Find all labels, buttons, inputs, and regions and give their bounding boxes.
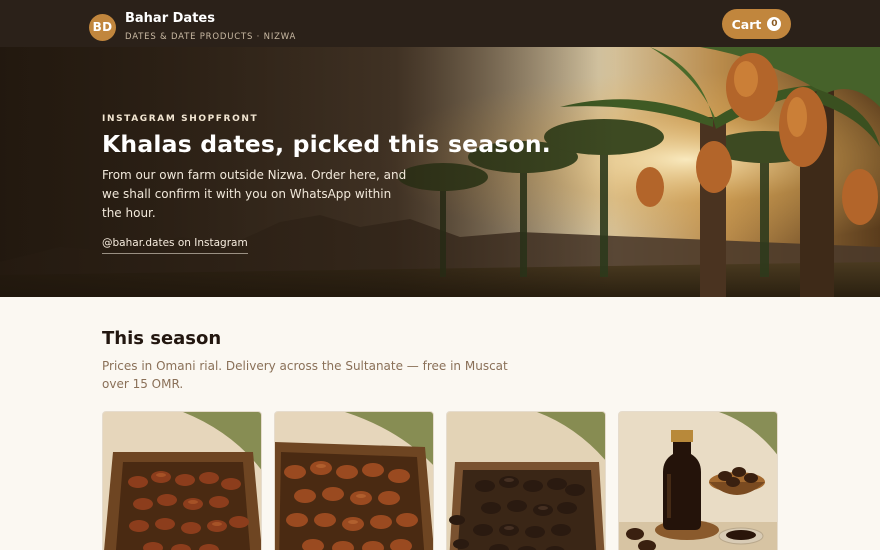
brand-name: Bahar Dates: [125, 11, 215, 26]
instagram-link[interactable]: @bahar.dates on Instagram: [102, 237, 248, 254]
hero-eyebrow: INSTAGRAM SHOPFRONT: [102, 114, 259, 124]
product-image-dates-tray: [103, 412, 261, 550]
season-description: Prices in Omani rial. Delivery across th…: [102, 359, 508, 391]
brand-tagline: DATES & DATE PRODUCTS · NIZWA: [125, 32, 297, 42]
brand[interactable]: BD Bahar Dates DATES & DATE PRODUCTS · N…: [89, 11, 296, 43]
hero-description: From our own farm outside Nizwa. Order h…: [102, 168, 407, 220]
product-image-date-syrup: [619, 412, 777, 550]
product-image-dates-tray-close: [275, 412, 433, 550]
cart-button[interactable]: Cart 0: [722, 9, 791, 39]
cart-count-badge: 0: [767, 17, 782, 31]
brand-logo: BD: [89, 13, 116, 41]
site-header: BD Bahar Dates DATES & DATE PRODUCTS · N…: [0, 0, 880, 47]
product-image-dark-dates: [447, 412, 605, 550]
hero-content: INSTAGRAM SHOPFRONT Khalas dates, picked…: [102, 114, 551, 254]
brand-text: Bahar Dates DATES & DATE PRODUCTS · NIZW…: [125, 11, 296, 43]
hero-title: Khalas dates, picked this season.: [102, 130, 551, 158]
product-card-dark-dates[interactable]: [446, 411, 606, 550]
product-card-khalas-tray-close[interactable]: [274, 411, 434, 550]
hero-banner: INSTAGRAM SHOPFRONT Khalas dates, picked…: [0, 47, 880, 297]
product-card-khalas-tray[interactable]: [102, 411, 262, 550]
cart-label: Cart: [731, 16, 762, 32]
product-grid: [102, 411, 778, 550]
product-card-date-syrup[interactable]: [618, 411, 778, 550]
season-title: This season: [102, 328, 222, 349]
